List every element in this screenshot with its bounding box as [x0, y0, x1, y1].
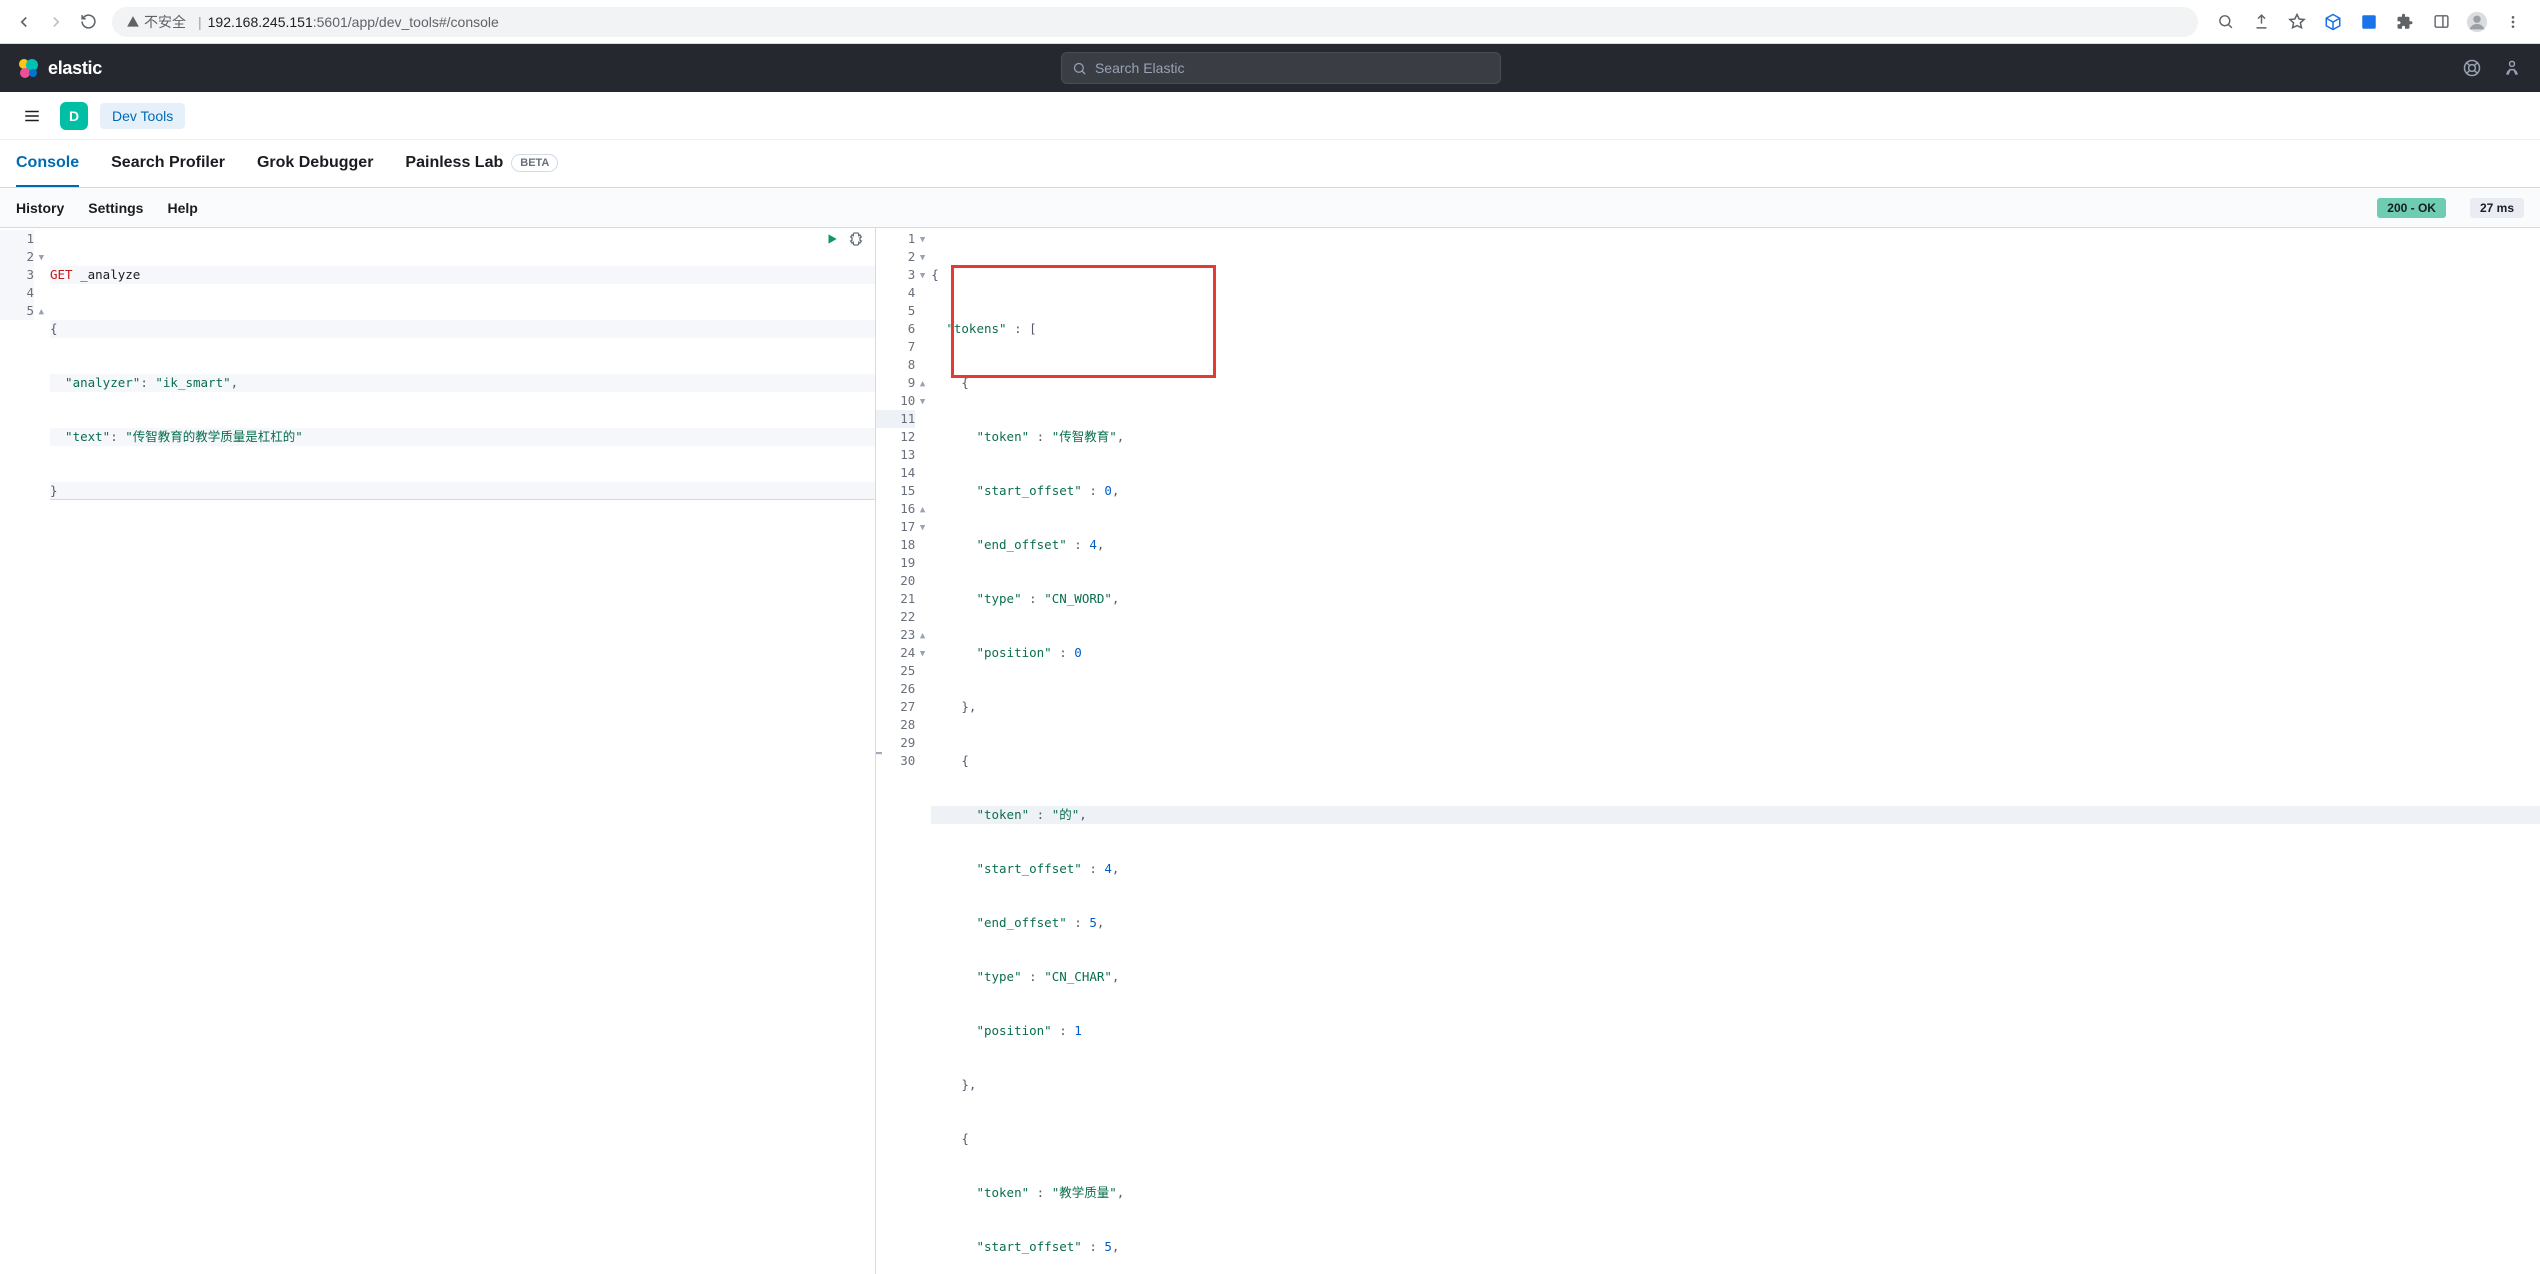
history-link[interactable]: History [16, 200, 64, 216]
kibana-sub-header: D Dev Tools [0, 92, 2540, 140]
tab-painless-lab[interactable]: Painless LabBETA [405, 140, 558, 187]
elastic-brand-text: elastic [48, 58, 102, 79]
newsfeed-icon[interactable] [2500, 56, 2524, 80]
request-editor[interactable]: 1 2▼ 3 4 5▲ GET _analyze { "analyzer": "… [0, 228, 876, 1274]
search-placeholder: Search Elastic [1095, 60, 1184, 76]
browser-menu-icon[interactable] [2498, 7, 2528, 37]
insecure-label: 不安全 [144, 12, 186, 32]
settings-link[interactable]: Settings [88, 200, 143, 216]
extensions-puzzle-icon[interactable] [2390, 7, 2420, 37]
browser-toolbar-icons [2206, 7, 2532, 37]
request-code[interactable]: GET _analyze { "analyzer": "ik_smart", "… [50, 228, 875, 536]
elastic-logo[interactable]: elastic [16, 56, 102, 80]
console-toolbar: History Settings Help 200 - OK 27 ms [0, 188, 2540, 228]
devtools-tabs: Console Search Profiler Grok Debugger Pa… [0, 140, 2540, 188]
send-request-button[interactable] [823, 230, 841, 248]
response-time-badge: 27 ms [2470, 198, 2524, 218]
address-separator: | [198, 14, 202, 30]
request-gutter: 1 2▼ 3 4 5▲ [0, 228, 40, 320]
profile-avatar-icon[interactable] [2462, 7, 2492, 37]
address-bar[interactable]: 不安全 | 192.168.245.151:5601/app/dev_tools… [112, 7, 2198, 37]
browser-forward-button[interactable] [40, 6, 72, 38]
nav-toggle-button[interactable] [16, 100, 48, 132]
search-in-page-icon[interactable] [2210, 7, 2240, 37]
help-link[interactable]: Help [167, 200, 197, 216]
browser-chrome: 不安全 | 192.168.245.151:5601/app/dev_tools… [0, 0, 2540, 44]
global-search-input[interactable]: Search Elastic [1061, 52, 1501, 84]
sidepanel-icon[interactable] [2426, 7, 2456, 37]
insecure-icon [126, 15, 140, 29]
tab-search-profiler[interactable]: Search Profiler [111, 140, 225, 187]
response-code: { "tokens" : [ { "token" : "传智教育", "star… [931, 228, 2540, 1274]
help-lifebuoy-icon[interactable] [2460, 56, 2484, 80]
tab-console[interactable]: Console [16, 140, 79, 187]
extension-cube-icon[interactable] [2318, 7, 2348, 37]
http-method: GET [50, 267, 73, 282]
response-gutter: 1▼ 2▼ 3▼ 45678 9▲ 10▼ 1112131415 16▲ 17▼… [876, 228, 921, 770]
request-path: _analyze [80, 267, 140, 282]
url-host: 192.168.245.151 [208, 14, 313, 30]
request-options-button[interactable] [847, 230, 865, 248]
request-actions [823, 230, 865, 248]
url-path: :5601/app/dev_tools#/console [313, 14, 499, 30]
elastic-header: elastic Search Elastic [0, 44, 2540, 92]
browser-back-button[interactable] [8, 6, 40, 38]
elastic-logo-icon [16, 56, 40, 80]
console-editors: 1 2▼ 3 4 5▲ GET _analyze { "analyzer": "… [0, 228, 2540, 1274]
share-icon[interactable] [2246, 7, 2276, 37]
response-status-badge: 200 - OK [2377, 198, 2446, 218]
search-icon [1072, 61, 1087, 76]
beta-badge: BETA [511, 154, 558, 172]
space-selector[interactable]: D [60, 102, 88, 130]
breadcrumb[interactable]: Dev Tools [100, 103, 185, 129]
tab-grok-debugger[interactable]: Grok Debugger [257, 140, 373, 187]
browser-reload-button[interactable] [72, 6, 104, 38]
response-viewer[interactable]: || 1▼ 2▼ 3▼ 45678 9▲ 10▼ 1112131415 16▲ … [876, 228, 2540, 1274]
translate-icon[interactable] [2354, 7, 2384, 37]
bookmark-star-icon[interactable] [2282, 7, 2312, 37]
